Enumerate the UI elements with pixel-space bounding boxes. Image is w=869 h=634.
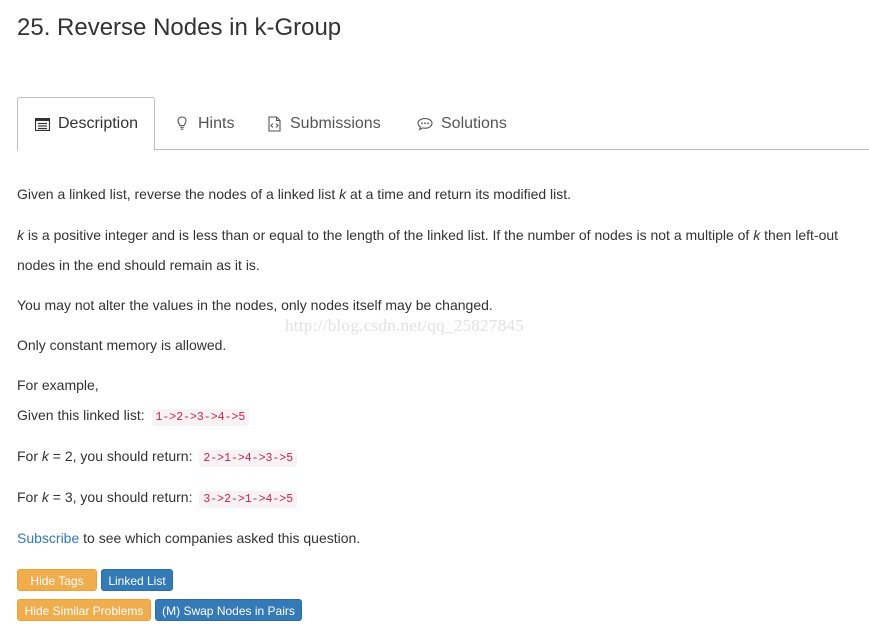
code-k3-result: 3->2->1->4->5: [199, 491, 298, 508]
list-alt-icon: [34, 116, 50, 132]
tab-bar: Description Hints Submissions Solutions: [17, 97, 869, 151]
description-paragraph-4: Only constant memory is allowed.: [17, 337, 227, 353]
tab-description-label: Description: [58, 115, 139, 132]
description-paragraph-2-cont: nodes in the end should remain as it is.: [17, 257, 260, 273]
tab-solutions[interactable]: Solutions: [417, 97, 507, 150]
watermark: http://blog.csdn.net/qq_25827845: [285, 316, 525, 335]
example-heading: For example,: [17, 377, 99, 393]
similar-problem-swap-nodes[interactable]: (M) Swap Nodes in Pairs: [155, 599, 302, 621]
description-paragraph-3: You may not alter the values in the node…: [17, 297, 493, 313]
description-paragraph-2: k is a positive integer and is less than…: [17, 227, 839, 243]
hide-similar-problems-button[interactable]: Hide Similar Problems: [17, 599, 151, 621]
lightbulb-icon: [174, 116, 190, 132]
hide-tags-button[interactable]: Hide Tags: [17, 569, 97, 591]
code-file-icon: [266, 115, 282, 132]
page-title: 25. Reverse Nodes in k-Group: [17, 14, 342, 41]
tab-hints-label: Hints: [198, 114, 235, 132]
subscribe-link[interactable]: Subscribe: [17, 530, 79, 546]
subscribe-line: Subscribe to see which companies asked t…: [17, 530, 361, 546]
tag-linked-list[interactable]: Linked List: [101, 569, 173, 591]
tab-submissions-label: Submissions: [290, 114, 381, 132]
example-k3: For k = 3, you should return: 3->2->1->4…: [17, 489, 298, 508]
tab-description[interactable]: Description: [17, 97, 155, 151]
tab-submissions[interactable]: Submissions: [266, 97, 381, 150]
example-input: Given this linked list: 1->2->3->4->5: [17, 407, 250, 426]
comment-icon: [417, 116, 433, 132]
code-k2-result: 2->1->4->3->5: [199, 450, 298, 467]
code-input-list: 1->2->3->4->5: [151, 409, 250, 426]
tab-solutions-label: Solutions: [441, 114, 507, 132]
example-k2: For k = 2, you should return: 2->1->4->3…: [17, 448, 298, 467]
description-paragraph-1: Given a linked list, reverse the nodes o…: [17, 186, 572, 202]
tab-hints[interactable]: Hints: [174, 97, 234, 150]
